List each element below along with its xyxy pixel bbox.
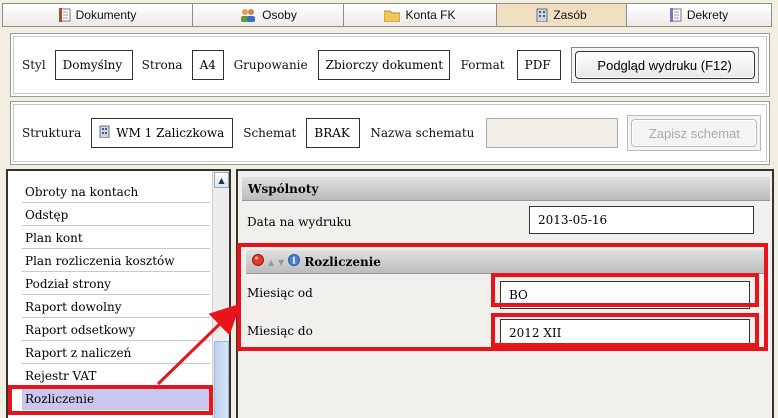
tab-label: Zasób <box>553 8 587 22</box>
building-icon <box>99 125 110 141</box>
format-label: Format <box>460 58 505 72</box>
tab-label: Osoby <box>262 8 297 22</box>
tab-bar: Dokumenty Osoby Konta FK Zasób Dekrety <box>2 3 772 27</box>
document-lines-icon <box>669 8 682 22</box>
tab-label: Dokumenty <box>75 8 137 22</box>
list-item[interactable]: Plan kont <box>22 227 210 249</box>
page-label: Strona <box>141 58 183 72</box>
folder-icon <box>384 9 401 22</box>
documents-icon <box>58 8 71 22</box>
print-preview-button[interactable]: Podgląd wydruku (F12) <box>574 51 755 79</box>
tab-label: Dekrety <box>686 8 729 22</box>
common-section-header: Wspólnoty <box>242 177 770 201</box>
tab-label: Konta FK <box>405 8 456 22</box>
structure-panel: Struktura WM 1 Zaliczkowa Schemat BRAK N… <box>10 101 770 165</box>
save-button-frame: Zapisz schemat <box>627 115 762 151</box>
preview-button-frame: Podgląd wydruku (F12) <box>570 47 759 83</box>
print-date-field[interactable]: 2013-05-16 <box>529 206 754 234</box>
format-field[interactable]: PDF <box>516 50 561 80</box>
tab-osoby[interactable]: Osoby <box>193 4 344 26</box>
schema-name-label: Nazwa schematu <box>370 126 475 140</box>
structure-field[interactable]: WM 1 Zaliczkowa <box>91 118 234 148</box>
list-item[interactable]: Raport z naliczeń <box>22 342 210 364</box>
structure-value: WM 1 Zaliczkowa <box>116 126 225 140</box>
schema-field[interactable]: BRAK <box>306 118 361 148</box>
scroll-up-icon[interactable]: ▲ <box>214 172 229 188</box>
tab-dekrety[interactable]: Dekrety <box>627 4 771 26</box>
tab-zasob[interactable]: Zasób <box>497 4 627 26</box>
list-item[interactable]: Odstęp <box>22 204 210 226</box>
page-field[interactable]: A4 <box>191 50 224 80</box>
tab-konta-fk[interactable]: Konta FK <box>344 4 497 26</box>
schema-name-input[interactable] <box>486 118 619 148</box>
style-label: Styl <box>22 58 46 72</box>
save-schema-button[interactable]: Zapisz schemat <box>631 119 758 147</box>
month-to-highlight <box>491 313 759 347</box>
list-item[interactable]: Raport dowolny <box>22 296 210 318</box>
selected-item-highlight <box>8 385 213 415</box>
list-item[interactable]: Rejestr VAT <box>22 365 210 387</box>
print-options-panel: Styl Domyślny Strona A4 Grupowanie Zbior… <box>10 33 770 97</box>
report-list: Obroty na kontach Odstęp Plan kont Plan … <box>6 169 231 418</box>
list-item[interactable]: Podział strony <box>22 273 210 295</box>
grouping-label: Grupowanie <box>233 58 308 72</box>
tab-dokumenty[interactable]: Dokumenty <box>3 4 193 26</box>
scroll-thumb[interactable] <box>214 341 229 418</box>
list-item[interactable]: Obroty na kontach <box>22 181 210 203</box>
month-from-highlight <box>491 273 759 307</box>
list-scrollbar[interactable]: ▲ <box>212 171 229 418</box>
structure-label: Struktura <box>22 126 82 140</box>
print-date-label: Data na wydruku <box>247 215 352 229</box>
grouping-field[interactable]: Zbiorczy dokument <box>317 50 450 80</box>
schema-label: Schemat <box>243 126 297 140</box>
people-icon <box>239 8 257 22</box>
list-item[interactable]: Raport odsetkowy <box>22 319 210 341</box>
list-item[interactable]: Plan rozliczenia kosztów <box>22 250 210 272</box>
building-icon <box>536 8 548 22</box>
style-field[interactable]: Domyślny <box>54 50 133 80</box>
